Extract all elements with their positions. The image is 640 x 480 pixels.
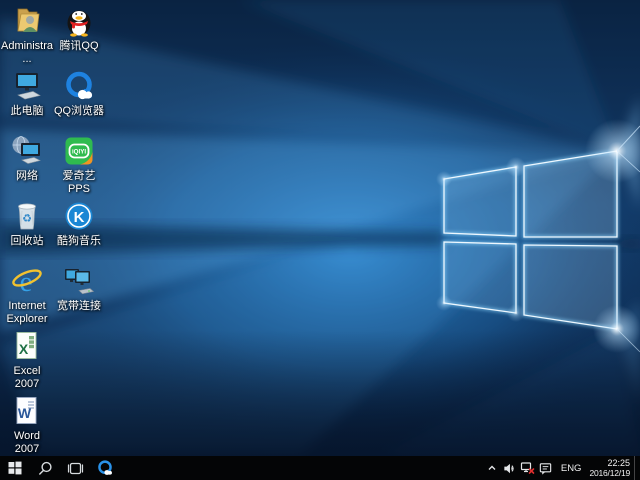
qq-browser-icon	[96, 459, 114, 477]
desktop-icon-internet-explorer[interactable]: e Internet Explorer	[1, 264, 53, 325]
windows-10-desktop: Administra... 此电脑	[0, 0, 640, 480]
broadband-connection-icon	[62, 264, 96, 298]
tray-date: 2016/12/19	[589, 468, 630, 478]
network-error-icon	[520, 460, 536, 476]
desktop-icon-label: 腾讯QQ	[59, 40, 98, 53]
iqiyi-icon: iQIYI	[62, 134, 96, 168]
desktop-icon-label: 酷狗音乐	[57, 235, 101, 248]
desktop-icon-excel-2007[interactable]: X Excel 2007	[1, 329, 53, 390]
desktop-icon-tencent-qq[interactable]: 腾讯QQ	[53, 4, 105, 53]
desktop-icon-label: Administra...	[1, 40, 53, 65]
desktop-icon-iqiyi-pps[interactable]: iQIYI 爱奇艺PPS	[53, 134, 105, 195]
kugou-letter: K	[74, 209, 85, 226]
kugou-icon: K	[62, 199, 96, 233]
taskbar: ENG 22:25 2016/12/19	[0, 456, 640, 480]
chevron-up-icon	[486, 462, 498, 474]
show-desktop-button[interactable]	[634, 456, 640, 480]
desktop-icon-label: Excel 2007	[1, 365, 53, 390]
task-view-button[interactable]	[60, 456, 90, 480]
desktop-icon-label: 宽带连接	[57, 300, 101, 313]
action-center-icon	[538, 461, 553, 476]
word-icon: W	[10, 394, 44, 428]
user-folder-icon	[10, 4, 44, 38]
recycle-symbol: ♻	[22, 213, 32, 225]
taskbar-qq-browser-button[interactable]	[90, 456, 120, 480]
tray-volume[interactable]	[501, 456, 519, 480]
desktop-icon-label: Internet Explorer	[1, 300, 53, 325]
system-tray: ENG 22:25 2016/12/19	[483, 456, 640, 480]
tray-network-disconnected[interactable]	[519, 456, 537, 480]
excel-icon: X	[10, 329, 44, 363]
desktop-icon-label: 此电脑	[11, 105, 44, 118]
tray-language-indicator[interactable]: ENG	[555, 463, 588, 474]
recycle-bin-icon: ♻	[10, 199, 44, 233]
iqiyi-logo-text: iQIYI	[72, 149, 86, 156]
desktop-icon-label: QQ浏览器	[54, 105, 104, 118]
this-pc-icon	[10, 69, 44, 103]
desktop-icon-label: 网络	[16, 170, 38, 183]
tray-show-hidden-icons[interactable]	[483, 456, 501, 480]
word-letter: W	[18, 405, 32, 421]
desktop-icon-kugou-music[interactable]: K 酷狗音乐	[53, 199, 105, 248]
internet-explorer-icon: e	[10, 264, 44, 298]
search-icon	[38, 461, 53, 476]
desktop-icon-label: 爱奇艺PPS	[53, 170, 105, 195]
excel-letter: X	[19, 341, 29, 357]
tray-clock[interactable]: 22:25 2016/12/19	[587, 458, 634, 478]
desktop-icon-broadband[interactable]: 宽带连接	[53, 264, 105, 313]
task-view-icon	[67, 462, 84, 475]
desktop-icon-label: Word 2007	[1, 430, 53, 455]
start-button[interactable]	[0, 456, 30, 480]
desktop-icon-administrator[interactable]: Administra...	[1, 4, 53, 65]
tray-action-center[interactable]	[537, 456, 555, 480]
desktop-area[interactable]: Administra... 此电脑	[0, 0, 640, 456]
desktop-icon-network[interactable]: 网络	[1, 134, 53, 183]
tray-time: 22:25	[607, 458, 630, 468]
desktop-icon-word-2007[interactable]: W Word 2007	[1, 394, 53, 455]
desktop-icon-label: 回收站	[11, 235, 44, 248]
search-button[interactable]	[30, 456, 60, 480]
desktop-icon-recycle-bin[interactable]: ♻ 回收站	[1, 199, 53, 248]
network-icon	[10, 134, 44, 168]
desktop-icon-this-pc[interactable]: 此电脑	[1, 69, 53, 118]
qq-browser-icon	[62, 69, 96, 103]
speaker-icon	[502, 461, 517, 476]
qq-penguin-icon	[62, 4, 96, 38]
desktop-icon-qq-browser[interactable]: QQ浏览器	[53, 69, 105, 118]
windows-start-icon	[8, 461, 22, 475]
